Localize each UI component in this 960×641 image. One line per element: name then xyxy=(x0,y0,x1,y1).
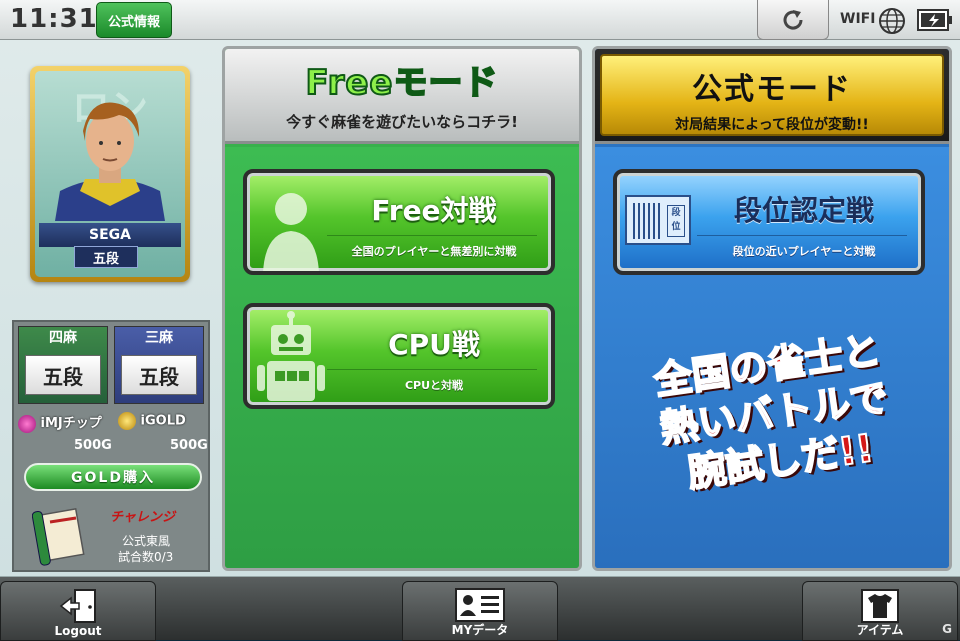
globe-icon xyxy=(879,8,905,34)
player-portrait-icon: ロン xyxy=(55,86,165,221)
person-silhouette-icon xyxy=(263,193,319,271)
my-data-label: MYデータ xyxy=(451,623,509,637)
certificate-icon-text: 段位 xyxy=(667,205,685,237)
refresh-button[interactable] xyxy=(757,0,829,40)
certificate-icon: 段位 xyxy=(625,195,691,245)
player-name: SEGA xyxy=(39,223,181,247)
shirt-icon xyxy=(861,589,899,623)
battery-icon xyxy=(917,9,952,31)
gold-buy-button[interactable]: GOLD購入 xyxy=(24,463,202,491)
cpu-battle-subtitle: CPUと対戦 xyxy=(404,379,464,392)
cpu-battle-title: CPU戦 xyxy=(388,328,480,361)
divider xyxy=(327,235,537,236)
sanma-label: 三麻 xyxy=(145,330,173,346)
cpu-battle-button[interactable]: CPU戦 CPUと対戦 xyxy=(243,303,555,409)
official-info-button[interactable]: 公式情報 xyxy=(96,2,172,38)
official-mode-title: 公式モード xyxy=(692,72,852,107)
sanma-rank: 五段 xyxy=(121,355,197,395)
sanma-rank-box: 三麻 五段 xyxy=(114,326,204,404)
official-mode-subtitle: 対局結果によって段位が変動!! xyxy=(675,117,869,133)
player-rank-badge: 五段 xyxy=(74,246,138,268)
free-battle-button[interactable]: Free対戦 全国のプレイヤーと無差別に対戦 xyxy=(243,169,555,275)
divider xyxy=(327,369,537,370)
official-mode-panel: 公式モード 対局結果によって段位が変動!! 段位 段位認定戦 段位の近いプレイヤ… xyxy=(592,46,952,571)
challenge-progress: 試合数0/3 xyxy=(118,550,174,564)
item-label: アイテム xyxy=(856,623,904,637)
wifi-label: WIFI xyxy=(840,11,876,27)
dan-certification-title: 段位認定戦 xyxy=(733,194,874,227)
gold-amount: 500G xyxy=(170,438,208,453)
currency-row: iMJチップ iGOLD xyxy=(18,410,204,434)
my-data-button[interactable]: MYデータ xyxy=(402,581,558,641)
refresh-icon xyxy=(783,9,803,29)
mj-chip-text: iMJチップ xyxy=(40,416,102,431)
player-avatar-card[interactable]: ロン SEGA 五段 xyxy=(30,66,190,282)
top-status-bar: 11:31 公式情報 WIFI xyxy=(0,0,960,40)
yonma-rank: 五段 xyxy=(25,355,101,395)
yonma-rank-box: 四麻 五段 xyxy=(18,326,108,404)
mj-chip-label: iMJチップ xyxy=(18,412,102,433)
free-mode-title: Freeモード xyxy=(305,62,499,104)
clock: 11:31 xyxy=(10,4,98,34)
logout-label: Logout xyxy=(54,624,102,638)
mj-chip-amount: 500G xyxy=(74,438,112,453)
gold-text: iGOLD xyxy=(140,413,186,429)
player-stats-panel: 四麻 五段 三麻 五段 iMJチップ iGOLD 500G 500G GOLD購… xyxy=(12,320,210,572)
official-mode-plate: 公式モード 対局結果によって段位が変動!! xyxy=(600,54,944,136)
gold-label: iGOLD xyxy=(118,412,186,430)
robot-icon xyxy=(257,311,325,401)
challenge-label: チャレンジ xyxy=(110,510,175,525)
item-button[interactable]: アイテム xyxy=(802,581,958,641)
free-mode-subtitle: 今すぐ麻雀を遊びたいならコチラ! xyxy=(286,113,518,131)
free-mode-panel: Freeモード 今すぐ麻雀を遊びたいならコチラ! Free対戦 全国のプレイヤー… xyxy=(222,46,582,571)
watermark: G xyxy=(942,622,952,636)
free-battle-title: Free対戦 xyxy=(371,194,497,227)
gold-coin-icon xyxy=(118,412,136,430)
free-battle-subtitle: 全国のプレイヤーと無差別に対戦 xyxy=(351,245,517,258)
mj-chip-icon xyxy=(18,414,36,433)
challenge-mode: 公式東風 xyxy=(122,534,171,548)
profile-card-icon xyxy=(455,588,505,622)
divider xyxy=(697,235,907,236)
scroll-icon xyxy=(32,508,85,566)
logout-button[interactable]: Logout xyxy=(0,581,156,641)
official-mode-header: 公式モード 対局結果によって段位が変動!! xyxy=(595,49,949,144)
dan-certification-button[interactable]: 段位 段位認定戦 段位の近いプレイヤーと対戦 xyxy=(613,169,925,275)
bottom-nav-bar: Logout MYデータ アイテム G xyxy=(0,576,960,641)
free-mode-header: Freeモード 今すぐ麻雀を遊びたいならコチラ! xyxy=(225,49,579,144)
challenge-area[interactable]: チャレンジ 公式東風 試合数0/3 xyxy=(18,498,206,568)
dan-certification-subtitle: 段位の近いプレイヤーと対戦 xyxy=(732,245,876,258)
yonma-label: 四麻 xyxy=(49,330,77,346)
door-exit-icon xyxy=(59,589,96,623)
